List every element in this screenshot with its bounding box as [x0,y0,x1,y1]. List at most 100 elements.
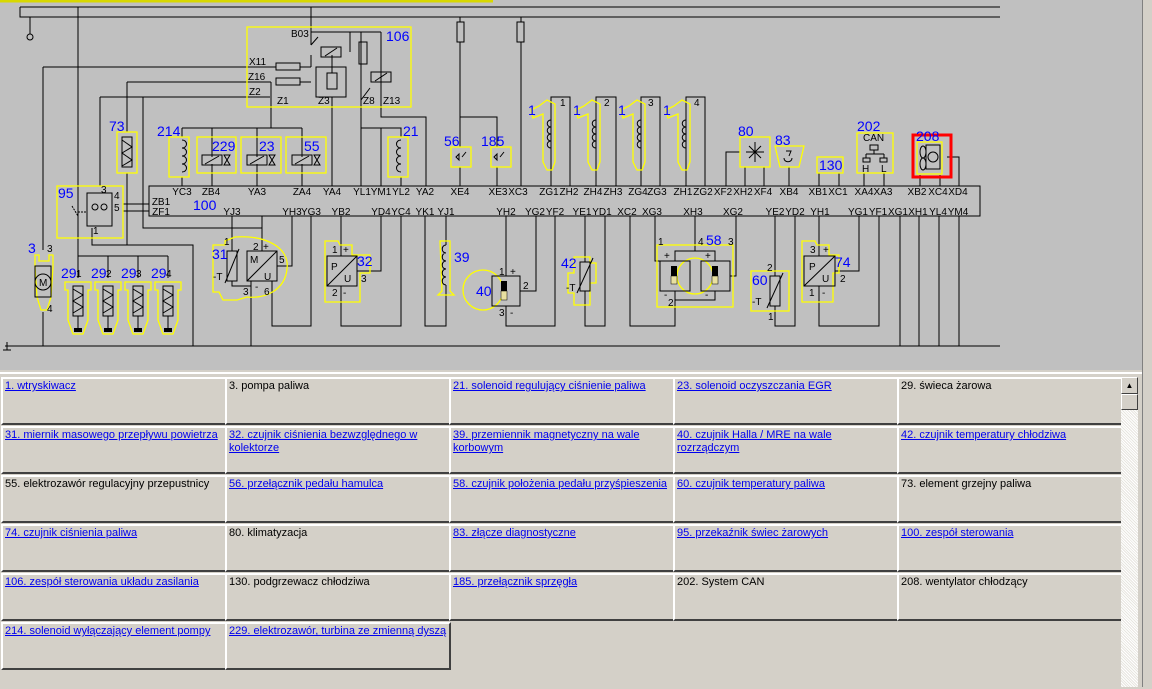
legend-cell: 229. elektrozawór, turbina ze zmienną dy… [225,622,451,670]
component-73-fuel-heater [116,131,138,174]
legend-link[interactable]: 106. zespół sterowania układu zasilania [5,576,199,588]
ecu-pin-label: ZB4 [202,187,221,198]
ecu-pin-label: ZH2 [560,187,579,198]
component-label: 42 [561,255,577,271]
component-label: 23 [259,138,275,154]
component-label: 32 [357,253,373,269]
legend-cell: 60. czujnik temperatury paliwa [673,475,899,523]
small-label: B03 [291,29,309,40]
ecu-pin-label: YD4 [371,207,391,218]
small-label: Z8 [363,96,375,107]
ecu-pin-label: YA2 [416,187,435,198]
legend-link[interactable]: 42. czujnik temperatury chłodziwa [901,429,1066,441]
legend-link[interactable]: 32. czujnik ciśnienia bezwzględnego w ko… [229,429,417,454]
ecu-pin-label: YL2 [392,187,410,198]
small-label: 2 [840,274,846,285]
ecu-pin-label: YH3 [282,207,302,218]
component-label: 83 [775,132,791,148]
ecu-pin-label: XA4 [855,187,874,198]
small-label: 1 [332,245,338,256]
legend-link[interactable]: 74. czujnik ciśnienia paliwa [5,527,137,539]
legend-link[interactable]: 185. przełącznik sprzęgła [453,576,577,588]
component-legend-table: 1. wtryskiwacz 3. pompa paliwa 21. solenoi… [0,372,1152,689]
component-56-brake-switch [450,146,472,168]
ecu-pin-label: XC2 [617,207,637,218]
legend-link[interactable]: 40. czujnik Halla / MRE na wale rozrządc… [677,429,832,454]
legend-text: 130. podgrzewacz chłodziwa [229,576,370,588]
small-label: 1 [658,237,664,248]
fuse-icons [456,21,525,43]
component-label: 58 [706,232,722,248]
scroll-thumb[interactable] [1121,394,1138,410]
legend-cell: 202. System CAN [673,573,899,621]
ecu-pin-label: YF2 [546,207,565,218]
legend-scrollbar[interactable]: ▲ [1121,377,1138,687]
legend-link[interactable]: 39. przemiennik magnetyczny na wale korb… [453,429,639,454]
ecu-pin-label: XE3 [489,187,508,198]
small-label: - [255,282,258,293]
component-83-diagnostic-connector [774,145,805,168]
small-label: 4 [694,98,700,109]
small-label: + [263,242,269,253]
small-label: + [510,267,516,278]
small-label: 2 [767,263,773,274]
legend-link[interactable]: 95. przekaźnik świec żarowych [677,527,828,539]
legend-link[interactable]: 31. miernik masowego przepływu powietrza [5,429,218,441]
legend-cell: 3. pompa paliwa [225,377,451,425]
small-label: + [343,245,349,256]
legend-cell: 208. wentylator chłodzący [897,573,1123,621]
scroll-up-button[interactable]: ▲ [1121,377,1138,394]
small-label: H [862,164,869,175]
ecu-pin-label: YA3 [248,187,267,198]
small-label: 3 [728,237,734,248]
legend-cell: 56. przełącznik pedału hamulca [225,475,451,523]
ecu-pin-label: YJ1 [437,207,455,218]
small-label: 6 [264,287,270,298]
ignition-key-icon [26,24,34,41]
small-label: Z13 [383,96,401,107]
component-label: 73 [109,118,125,134]
ecu-pin-label: YK1 [416,207,435,218]
component-label: 1 [663,102,671,118]
ecu-pin-label: YH1 [810,207,830,218]
component-label: 39 [454,249,470,265]
legend-link[interactable]: 23. solenoid oczyszczania EGR [677,380,832,392]
legend-link[interactable]: 60. czujnik temperatury paliwa [677,478,825,490]
component-label: 106 [386,28,410,44]
small-label: 1 [809,288,815,299]
legend-link[interactable]: 21. solenoid regulujący ciśnienie paliwa [453,380,646,392]
small-label: - [343,288,346,299]
ecu-pin-label: XG1 [888,207,908,218]
small-label: 3 [136,269,142,280]
ecu-pin-label: XD4 [948,187,968,198]
legend-cell: 40. czujnik Halla / MRE na wale rozrządc… [673,426,899,474]
component-label: 56 [444,133,460,149]
legend-cell: 58. czujnik położenia pedału przyśpiesze… [449,475,675,523]
legend-link[interactable]: 214. solenoid wyłączający element pompy [5,625,210,637]
ecu-pin-label: XC4 [928,187,948,198]
legend-link[interactable]: 229. elektrozawór, turbina ze zmienną dy… [229,625,446,637]
wiring-diagram: M 10673 214229 23 552156 1851 1 1 1808313020220… [0,0,1000,351]
component-label: 130 [819,157,843,173]
small-label: 3 [499,308,505,319]
legend-link[interactable]: 1. wtryskiwacz [5,380,76,392]
small-label: 3 [810,245,816,256]
legend-link[interactable]: 100. zespół sterowania [901,527,1014,539]
legend-text: 73. element grzejny paliwa [901,478,1032,490]
legend-link[interactable]: 58. czujnik położenia pedału przyśpiesze… [453,478,667,490]
ecu-pin-label: XH3 [683,207,703,218]
small-label: 5 [114,203,120,214]
small-label: Z3 [318,96,330,107]
legend-link[interactable]: 56. przełącznik pedału hamulca [229,478,383,490]
small-label: -T [566,283,575,294]
component-label: 29 [61,265,77,281]
legend-link[interactable]: 83. złącze diagnostyczne [453,527,576,539]
ecu-pin-label: YC3 [172,187,192,198]
component-label: 95 [58,185,74,201]
legend-cell: 106. zespół sterowania układu zasilania [1,573,227,621]
legend-cell: 32. czujnik ciśnienia bezwzględnego w ko… [225,426,451,474]
small-label: -T [213,272,222,283]
component-label: 29 [91,265,107,281]
legend-cell: 23. solenoid oczyszczania EGR [673,377,899,425]
component-label: 29 [121,265,137,281]
